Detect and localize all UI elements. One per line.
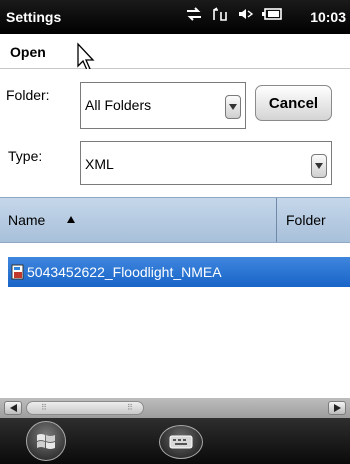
column-header-folder[interactable]: Folder — [286, 212, 326, 228]
folder-select[interactable]: All Folders — [80, 82, 246, 129]
mouse-cursor-icon — [77, 42, 95, 71]
list-item-label: 5043452622_Floodlight_NMEA — [27, 264, 222, 280]
column-divider[interactable] — [276, 198, 277, 242]
type-label: Type: — [8, 148, 43, 164]
status-title[interactable]: Settings — [6, 9, 61, 25]
open-menu-item[interactable]: Open — [10, 44, 46, 60]
folder-value: All Folders — [85, 97, 152, 113]
scroll-left-button[interactable] — [4, 401, 22, 415]
status-bar: Settings 10:03 — [0, 0, 350, 34]
file-icon — [11, 264, 24, 280]
folder-label: Folder: — [6, 87, 50, 103]
horizontal-scrollbar[interactable]: ⠿ ⠿ — [0, 398, 350, 418]
list-item[interactable]: 5043452622_Floodlight_NMEA — [8, 257, 350, 287]
volume-icon[interactable] — [237, 6, 253, 22]
column-header-name[interactable]: Name — [8, 212, 45, 228]
file-list: 5043452622_Floodlight_NMEA — [0, 243, 350, 398]
scrollbar-thumb[interactable]: ⠿ ⠿ — [26, 401, 144, 415]
taskbar — [0, 418, 350, 464]
keyboard-icon — [169, 435, 193, 449]
windows-start-button[interactable] — [26, 421, 66, 461]
chevron-down-icon[interactable] — [311, 154, 327, 178]
sort-ascending-icon — [67, 216, 75, 223]
status-icons — [185, 6, 282, 22]
windows-logo-icon — [37, 434, 55, 449]
status-time: 10:03 — [310, 9, 346, 25]
signal-icon[interactable] — [212, 6, 228, 22]
grip-icon: ⠿ — [127, 403, 133, 412]
keyboard-button[interactable] — [159, 425, 203, 459]
list-header: Name Folder — [0, 197, 350, 243]
battery-icon[interactable] — [262, 7, 282, 21]
sync-icon[interactable] — [185, 6, 203, 22]
cancel-button[interactable]: Cancel — [255, 85, 332, 121]
chevron-down-icon[interactable] — [225, 95, 241, 119]
scroll-right-button[interactable] — [328, 401, 346, 415]
type-value: XML — [85, 156, 114, 172]
menu-bar: Open — [0, 34, 350, 69]
open-form: Folder: All Folders Cancel Type: XML — [0, 69, 350, 197]
grip-icon: ⠿ — [41, 403, 47, 412]
type-select[interactable]: XML — [80, 141, 332, 185]
